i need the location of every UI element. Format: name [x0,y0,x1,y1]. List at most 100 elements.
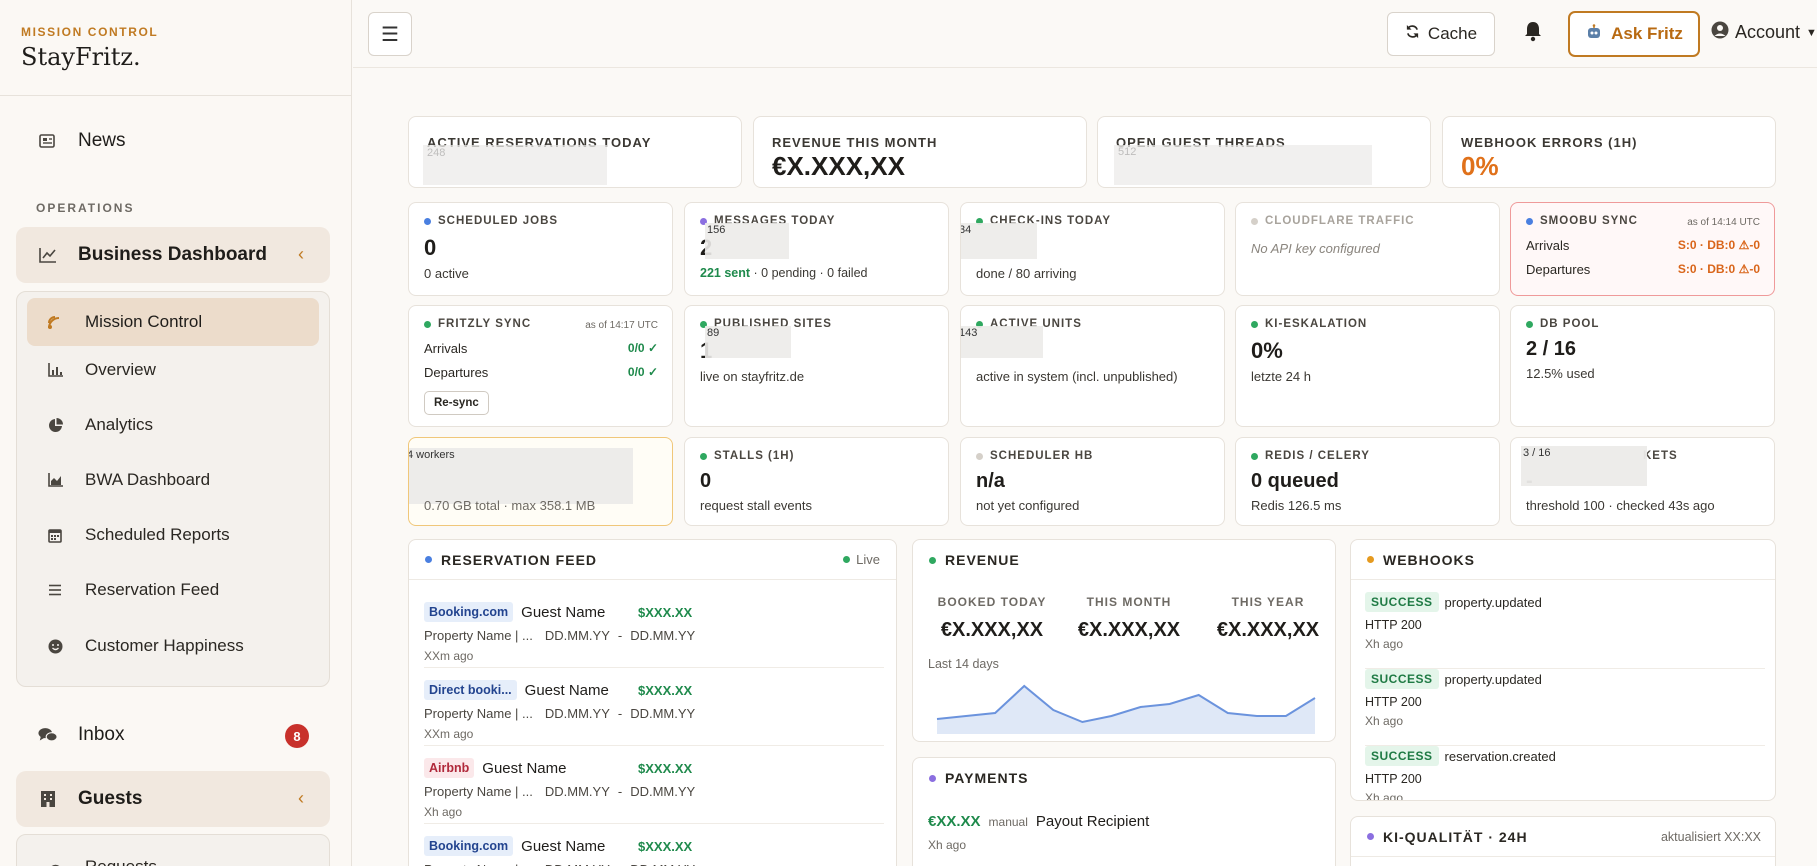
feed-row-head: Direct booki... Guest Name [424,680,609,700]
metric-sub: live on stayfritz.de [700,369,805,384]
status-dot [976,452,983,460]
panel-title: PAYMENTS [945,770,1029,786]
date-to: DD.MM.YY [630,784,696,799]
sidebar-item-inbox[interactable]: Inbox [16,711,330,759]
cache-button-label: Cache [1427,24,1478,43]
robot-icon [1585,23,1603,45]
sidebar-item-customer-happiness[interactable]: Customer Happiness [27,622,319,670]
metric-messages-today: MESSAGES TODAY 2 156 221 sent · 0 pendin… [684,202,949,296]
brand-logo[interactable]: StayFritz. [21,43,351,71]
status-dot [424,320,431,328]
reservation-details: Property Name | ...DD.MM.YY-DD.MM.YY [424,862,695,866]
http-status: HTTP 200 [1365,695,1422,709]
sidebar-item-analytics[interactable]: Analytics [27,401,319,449]
resync-button[interactable]: Re-sync [424,391,489,415]
reservation-details: Property Name | ...DD.MM.YY-DD.MM.YY [424,706,696,721]
guest-name: Guest Name [482,759,567,777]
user-circle-icon [1711,21,1729,44]
metric-label: DB POOL [1526,318,1599,330]
feed-row[interactable]: Booking.com Guest Name $XXX.XX Property Nam… [424,824,884,866]
metric-tiny: 34 [960,224,972,236]
sidebar-item-requests[interactable]: Requests [27,843,319,866]
date-to: DD.MM.YY [630,706,696,721]
metric-tiny: 89 [707,327,720,339]
cache-button[interactable]: Cache [1387,12,1495,56]
sidebar-item-news[interactable]: News [16,117,330,165]
metric-sub: Redis 126.5 ms [1251,498,1342,513]
payments-panel: PAYMENTS €XX.XX manual Payout Recipient … [912,757,1336,866]
metric-label-text: DB POOL [1540,318,1600,330]
kpi-value: €X.XXX,XX [772,151,905,181]
reservation-price: $XXX.XX [638,605,693,620]
date-from: DD.MM.YY [544,706,610,721]
panel-title: REVENUE [945,552,1020,568]
metric-value: 0 [424,235,437,260]
metric-workers: 4 workers 0.70 GB total · max 358.1 MB [408,437,673,526]
kpi-value: 0% [1461,151,1499,181]
account-menu[interactable]: Account ▼ [1711,21,1817,44]
caret-down-icon: ▼ [1806,26,1817,39]
guest-name: Guest Name [521,603,606,621]
sidebar-group-guests[interactable]: Guests ‹ [16,771,330,827]
revenue-col-value: €X.XXX,XX [1077,619,1181,641]
account-label: Account [1735,22,1801,42]
panel-header: REVENUE [913,540,1335,580]
source-tag: Booking.com [424,836,514,856]
property-name: Property Name | ... [424,706,533,721]
notifications-bell-icon[interactable] [1523,20,1543,48]
webhook-row[interactable]: SUCCESS property.updated HTTP 200 Xh ago [1365,669,1765,746]
metric-sub: 221 sent · 0 pending · 0 failed [700,266,868,280]
metric-label: SCHEDULED JOBS [424,215,558,227]
metric-tiny: 3 / 16 [1523,447,1551,459]
sidebar-item-reservation-feed[interactable]: Reservation Feed [27,566,319,614]
sidebar-item-bwa-dashboard[interactable]: BWA Dashboard [27,456,319,504]
metric-label: SCHEDULER HB [976,450,1093,462]
payment-row[interactable]: €XX.XX manual Payout Recipient [928,813,1149,830]
brand: MISSION CONTROL StayFritz. [0,0,351,96]
feed-row[interactable]: Airbnb Guest Name $XXX.XX Property Name | .… [424,746,884,824]
ask-fritz-button[interactable]: Ask Fritz [1568,11,1700,57]
webhook-row[interactable]: SUCCESS reservation.created HTTP 200 Xh ago [1365,746,1765,800]
newspaper-icon [38,132,58,150]
property-name: Property Name | ... [424,628,533,643]
status-dot [1251,217,1258,225]
date-from: DD.MM.YY [544,784,610,799]
status-dot [929,774,936,782]
sidebar-item-overview[interactable]: Overview [27,346,319,394]
metric-sub: done / 80 arriving [976,266,1077,281]
satellite-dish-icon [47,314,63,330]
sync-row-value: 0/0 ✓ [627,365,658,379]
sidebar-item-label: Reservation Feed [85,580,220,599]
metric-tiny: 156 [707,224,726,236]
menu-toggle-button[interactable]: ☰ [368,12,412,56]
reservation-price: $XXX.XX [638,761,693,776]
feed-row[interactable]: Direct booki... Guest Name $XXX.XX Property… [424,668,884,746]
pie-chart-icon [47,417,63,433]
webhook-event: reservation.created [1444,748,1556,764]
metric-redis-celery: REDIS / CELERY 0 queued Redis 126.5 ms [1235,437,1500,526]
metric-smoobu-sync: SMOOBU SYNC as of 14:14 UTC Arrivals S:0 … [1510,202,1775,296]
updated-timestamp: aktualisiert XX:XX [1660,829,1761,844]
status-dot [1526,320,1533,328]
revenue-booked-today: BOOKED TODAY €X.XXX,XX [927,595,1057,642]
status-dot [1251,452,1258,460]
http-status: HTTP 200 [1365,772,1422,786]
reservation-price: $XXX.XX [638,683,693,698]
status-dot [1367,833,1374,840]
guest-name: Guest Name [524,681,609,699]
sidebar-group-label: Guests [78,788,143,809]
sidebar-group-business-dashboard[interactable]: Business Dashboard ‹ [16,227,330,283]
sync-row-label: Departures [424,365,489,380]
feed-row-head: Booking.com Guest Name [424,602,605,622]
sidebar-item-scheduled-reports[interactable]: Scheduled Reports [27,511,319,559]
metric-label-text: SCHEDULED JOBS [438,215,559,227]
webhook-row[interactable]: SUCCESS property.updated HTTP 200 Xh ago [1365,592,1765,669]
source-tag: Airbnb [424,758,475,778]
sidebar-item-mission-control[interactable]: Mission Control [27,298,319,346]
metric-sub: 0.70 GB total · max 358.1 MB [424,498,596,513]
messages-sent: 221 sent [700,266,751,280]
feed-row[interactable]: Booking.com Guest Name $XXX.XX Property Nam… [424,590,884,668]
date-to: DD.MM.YY [630,862,695,866]
status-dot [1251,320,1258,328]
webhook-row-head: SUCCESS property.updated [1365,592,1765,612]
